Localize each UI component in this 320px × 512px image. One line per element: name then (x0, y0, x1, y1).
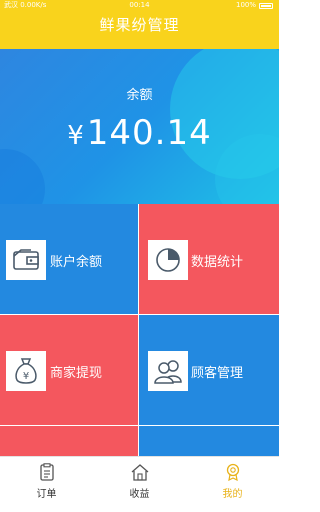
tab-mine[interactable]: 我的 (186, 457, 279, 512)
tile-label: 顾客管理 (191, 366, 244, 381)
medal-icon (223, 462, 243, 482)
balance-panel: 余额 ¥140.14 (0, 49, 279, 204)
order-list-icon (37, 462, 57, 482)
menu-grid: 账户余额 数据统计 ¥ 商家提现 顾客管理 (0, 204, 279, 456)
tab-orders[interactable]: 订单 (0, 457, 93, 512)
balance-amount: ¥140.14 (0, 113, 279, 153)
battery-icon (259, 2, 273, 9)
money-bag-icon: ¥ (6, 351, 46, 391)
svg-text:¥: ¥ (23, 371, 29, 382)
wallet-icon (6, 240, 46, 280)
tab-label: 订单 (36, 489, 57, 500)
balance-value: 140.14 (86, 113, 212, 153)
battery-percent: 100% (235, 1, 256, 9)
balance-label: 余额 (126, 88, 153, 103)
currency-symbol: ¥ (67, 121, 85, 151)
tile-merchant-withdraw[interactable]: ¥ 商家提现 (0, 315, 138, 425)
page-title: 鲜果纷管理 (99, 16, 180, 34)
status-bar: 武汉 0.00K/s 00:14 100% (0, 0, 279, 11)
bottom-tab-bar: 订单 收益 我的 (0, 456, 279, 512)
tab-earnings[interactable]: 收益 (93, 457, 186, 512)
pie-chart-icon (148, 240, 188, 280)
tile-partial (0, 426, 138, 456)
tab-label: 我的 (222, 489, 243, 500)
tile-data-statistics[interactable]: 数据统计 (139, 204, 279, 314)
users-icon (148, 351, 188, 391)
tile-partial (139, 426, 279, 456)
tile-label: 数据统计 (191, 255, 244, 270)
tile-label: 商家提现 (50, 366, 103, 381)
tile-customer-management[interactable]: 顾客管理 (139, 315, 279, 425)
header-bar: 武汉 0.00K/s 00:14 100% 鲜果纷管理 (0, 0, 279, 49)
status-battery-group: 100% (236, 0, 273, 11)
tab-label: 收益 (129, 489, 150, 500)
tile-label: 账户余额 (50, 255, 103, 270)
tile-account-balance[interactable]: 账户余额 (0, 204, 138, 314)
decor-blob (0, 149, 45, 204)
home-icon (130, 462, 150, 482)
